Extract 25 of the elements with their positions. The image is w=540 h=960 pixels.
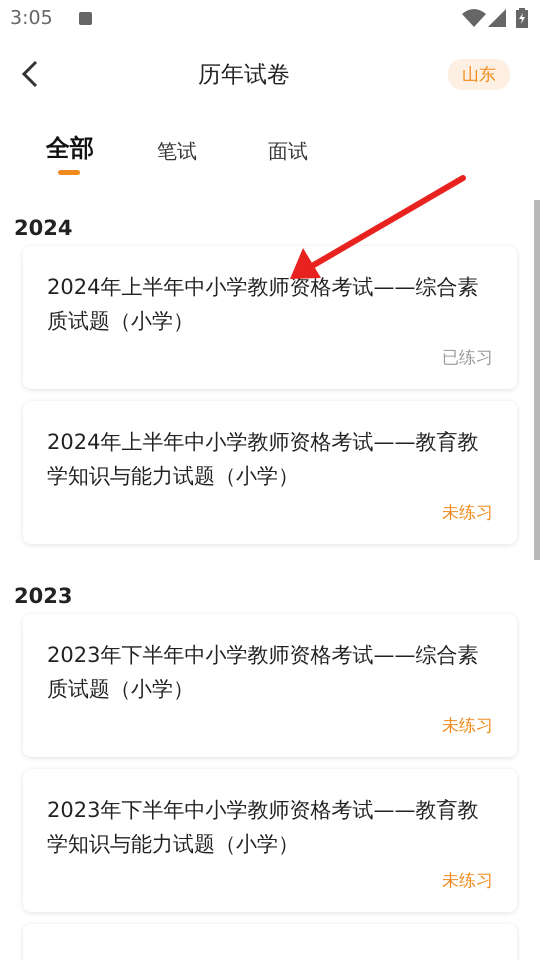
paper-card[interactable]: 2024年上半年中小学教师资格考试——综合素质试题（小学） 已练习 — [23, 246, 517, 389]
tab[interactable]: 全部 — [46, 132, 94, 164]
tab-indicator — [58, 170, 80, 175]
signal-icon — [488, 9, 508, 27]
paper-title: 2024年上半年中小学教师资格考试——综合素质试题（小学） — [47, 274, 480, 335]
paper-card[interactable]: 2023年下半年中小学教师资格考试——教育教学知识与能力试题（小学） 未练习 — [23, 769, 517, 912]
paper-title: 2023年下半年中小学教师资格考试——教育教学知识与能力试题（小学） — [47, 797, 480, 858]
tab[interactable]: 面试 — [268, 138, 308, 165]
practice-status: 未练习 — [442, 715, 493, 737]
paper-title: 2024年上半年中小学教师资格考试——教育教学知识与能力试题（小学） — [47, 429, 480, 490]
notification-icon — [78, 12, 92, 24]
back-icon[interactable] — [20, 59, 40, 89]
wifi-icon — [462, 9, 486, 27]
paper-card[interactable]: 2024年上半年中小学教师资格考试——教育教学知识与能力试题（小学） 未练习 — [23, 401, 517, 544]
year-heading: 2023 — [14, 583, 74, 610]
battery-icon — [516, 8, 528, 28]
page-title: 历年试卷 — [197, 60, 291, 90]
practice-status: 已练习 — [442, 347, 493, 369]
paper-title: 2023年下半年中小学教师资格考试——综合素质试题（小学） — [47, 642, 480, 703]
paper-card[interactable]: 2023年下半年中小学教师资格考试——综合素质试题（小学） 未练习 — [23, 614, 517, 757]
tab[interactable]: 笔试 — [157, 138, 197, 165]
clock: 3:05 — [10, 7, 53, 29]
practice-status: 未练习 — [442, 870, 493, 892]
practice-status: 未练习 — [442, 502, 493, 524]
year-heading: 2024 — [14, 215, 74, 242]
